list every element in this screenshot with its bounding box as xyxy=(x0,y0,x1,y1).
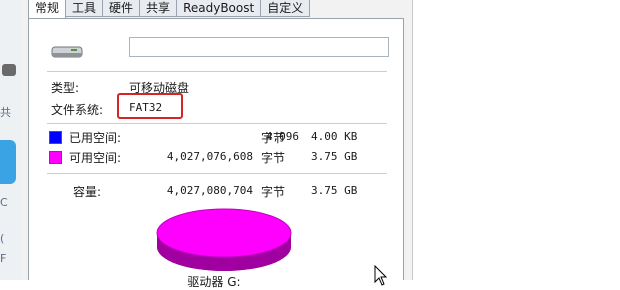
used-space-human: 4.00 KB xyxy=(311,130,358,143)
disk-usage-pie xyxy=(156,208,292,271)
background-blue-panel xyxy=(0,140,16,184)
used-space-unit: 字节 xyxy=(261,131,286,145)
separator xyxy=(47,173,387,175)
separator xyxy=(47,123,387,125)
used-space-label: 已用空间: xyxy=(69,131,122,145)
capacity-bytes: 4,027,080,704 xyxy=(166,184,253,197)
capacity-label: 容量: xyxy=(73,185,102,199)
background-text-fragment: F xyxy=(0,252,7,265)
free-space-unit: 字节 xyxy=(261,151,286,165)
tab-sharing[interactable]: 共享 xyxy=(139,0,178,17)
tab-hardware[interactable]: 硬件 xyxy=(102,0,141,17)
type-label: 类型: xyxy=(51,81,80,95)
usb-drive-icon xyxy=(51,46,83,58)
tab-tools[interactable]: 工具 xyxy=(65,0,104,17)
red-highlight-box xyxy=(117,93,183,119)
drive-name-input[interactable] xyxy=(129,37,389,57)
file-system-label: 文件系统: xyxy=(51,103,104,117)
capacity-human: 3.75 GB xyxy=(311,184,358,197)
pie-free-slice xyxy=(156,208,292,258)
used-space-swatch xyxy=(49,131,62,144)
capacity-unit: 字节 xyxy=(261,185,286,199)
tab-strip: 常规 工具 硬件 共享 ReadyBoost 自定义 xyxy=(28,0,311,19)
free-space-bytes: 4,027,076,608 xyxy=(166,150,253,163)
background-text-fragment: ( xyxy=(0,232,5,245)
drive-properties-dialog: 常规 工具 硬件 共享 ReadyBoost 自定义 类型: 可移动磁盘 文件系… xyxy=(22,0,413,289)
background-text-fragment: C xyxy=(0,196,8,209)
tab-customize[interactable]: 自定义 xyxy=(260,0,311,17)
general-tab-panel: 类型: 可移动磁盘 文件系统: FAT32 已用空间: 4,096 字节 4.0… xyxy=(28,18,404,289)
background-text-fragment: 共 xyxy=(0,106,11,119)
free-space-human: 3.75 GB xyxy=(311,150,358,163)
mouse-cursor-icon xyxy=(374,265,388,286)
tab-readyboost[interactable]: ReadyBoost xyxy=(176,0,262,17)
free-space-label: 可用空间: xyxy=(69,151,122,165)
free-space-swatch xyxy=(49,151,62,164)
background-drive-icon xyxy=(2,64,16,76)
drive-caption: 驱动器 G: xyxy=(187,275,241,289)
tab-general[interactable]: 常规 xyxy=(28,0,67,19)
separator xyxy=(47,71,387,73)
